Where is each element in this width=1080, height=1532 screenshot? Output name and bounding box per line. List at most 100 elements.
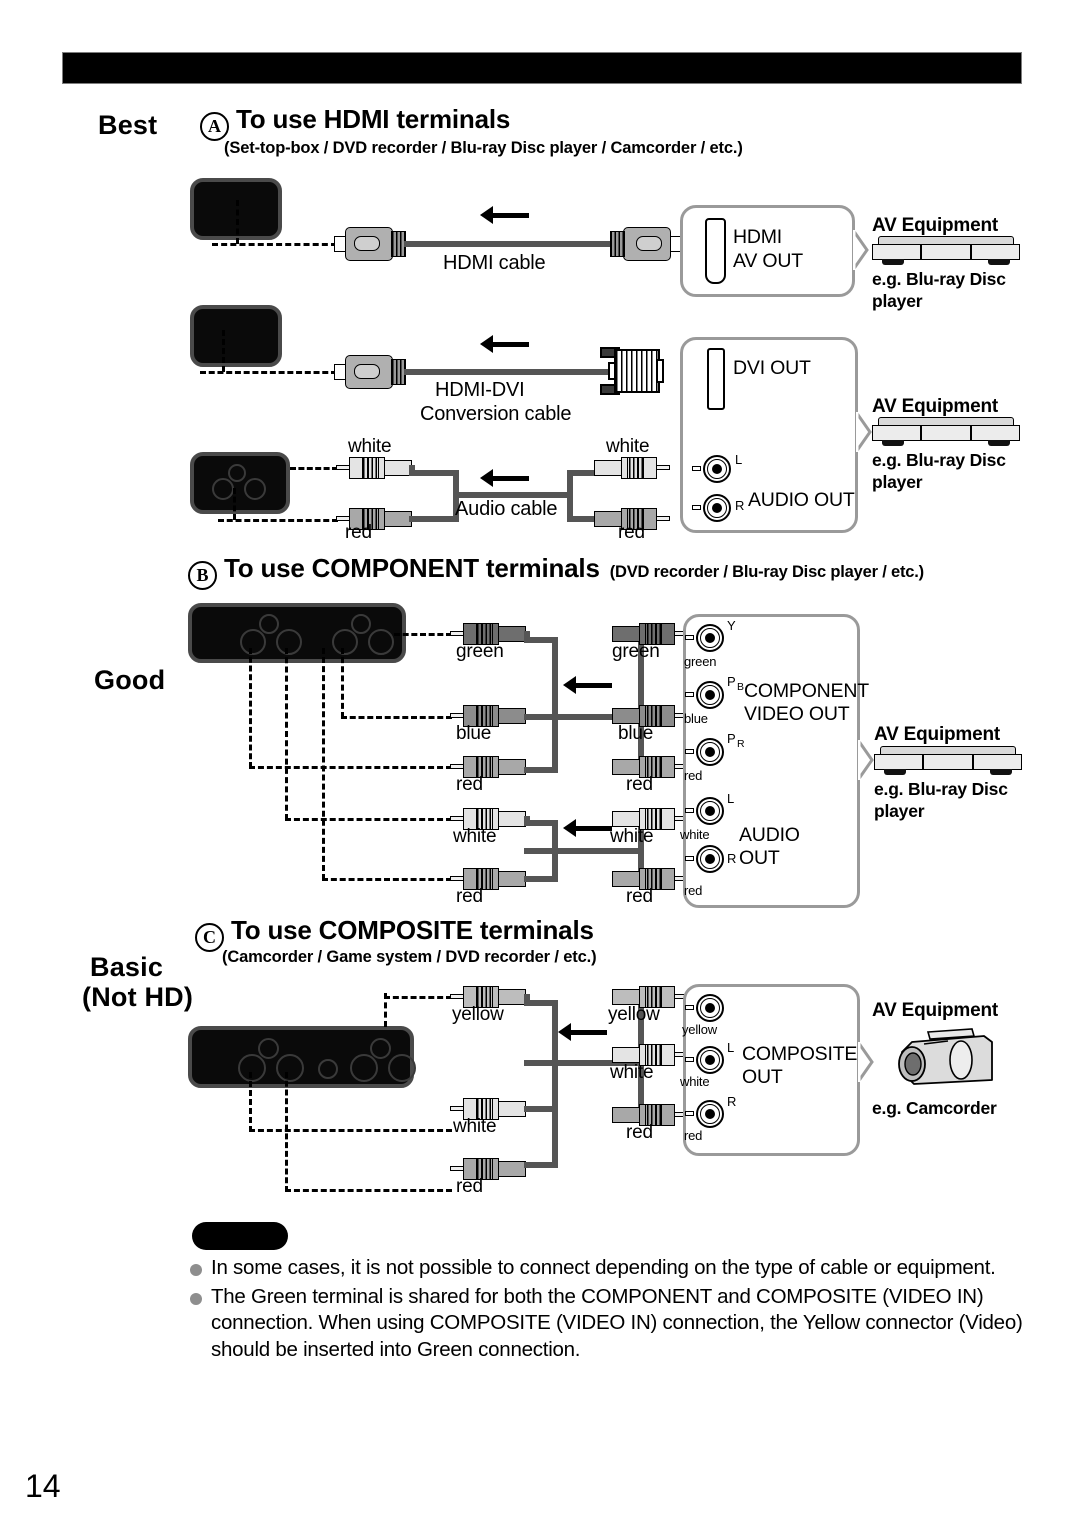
leader-b-h-red2: [322, 878, 452, 881]
leader-dash-a2-h: [200, 371, 337, 374]
grade-label-basic-1: Basic: [90, 952, 164, 982]
component-plug-left-audio-white-label: white: [453, 826, 497, 847]
hdmi-plug-right: [608, 227, 682, 261]
component-audio-out-label-1: AUDIO: [739, 824, 800, 846]
av-equipment-deck-1: [872, 236, 1020, 267]
section-b-subtitle: (DVD recorder / Blu-ray Disc player / et…: [609, 563, 924, 581]
tv-rear-panel-hdmi-2: [190, 305, 282, 367]
av-equipment-deck-3: [874, 746, 1022, 777]
composite-plug-right-red-label: red: [626, 1122, 653, 1143]
rca-jack-audio-r-b: [696, 845, 724, 873]
component-plug-right-blue-label: blue: [618, 723, 654, 744]
hdmi-av-out-label-2: AV OUT: [733, 250, 803, 272]
leader-b-v4: [341, 648, 344, 718]
note-badge: [192, 1222, 288, 1250]
rca-jack-audio-l-b: [696, 797, 724, 825]
dvi-out-label: DVI OUT: [733, 357, 811, 379]
section-b-heading: B To use COMPONENT terminals (DVD recorder…: [188, 553, 924, 590]
audio-plug-right-red-label: red: [618, 522, 645, 543]
hdmi-cable-wire: [404, 241, 616, 247]
leader-b-v2: [285, 648, 288, 820]
rca-jack-r-mark: R: [727, 851, 737, 866]
composite-out-label-1: COMPOSITE: [742, 1043, 858, 1065]
av-eg-2-line1: e.g. Blu-ray Disc: [872, 450, 1006, 470]
av-eg-3-line2: player: [874, 800, 925, 821]
leader-b-h-white: [285, 818, 452, 821]
av-equipment-eg-4: e.g. Camcorder: [872, 1098, 997, 1120]
leader-dash-a3-v: [233, 488, 236, 520]
section-a-title: To use HDMI terminals: [236, 104, 511, 134]
component-plug-left-green-label: green: [456, 641, 504, 662]
rca-jack-audio-r: [703, 494, 731, 522]
audio-plug-left-white-label: white: [348, 436, 392, 457]
av-equipment-title-3: AV Equipment: [874, 724, 1001, 745]
grade-label-best: Best: [98, 110, 158, 140]
audio-plug-left-red-label: red: [345, 522, 372, 543]
leader-b-h-red: [249, 766, 452, 769]
rca-jack-composite-r-mark: R: [727, 1094, 737, 1109]
composite-plug-left-red-label: red: [456, 1176, 483, 1197]
audio-out-ch-l: L: [735, 452, 743, 467]
rca-jack-pr-sub: R: [737, 738, 745, 750]
tv-rear-panel-component: [188, 603, 406, 663]
leader-c-h-white: [249, 1129, 452, 1132]
rca-jack-composite-l-color: white: [680, 1074, 710, 1089]
section-marker-b: B: [188, 561, 217, 590]
manual-page: Best Good Basic (Not HD) A To use HDMI te…: [0, 0, 1080, 1532]
hdmi-dvi-cable-wire: [404, 369, 612, 375]
section-a-subtitle: (Set-top-box / DVD recorder / Blu-ray Di…: [224, 139, 743, 157]
leader-c-h-yellow: [384, 996, 452, 999]
audio-out-ch-r: R: [735, 498, 745, 513]
rca-jack-composite-r: [696, 1100, 724, 1128]
component-plug-left-red-label: red: [456, 774, 483, 795]
leader-c-v1: [249, 1072, 252, 1132]
section-b-title: To use COMPONENT terminals: [224, 553, 600, 583]
section-c-subtitle: (Camcorder / Game system / DVD recorder …: [222, 948, 597, 966]
tv-rear-panel-audio: [190, 452, 290, 514]
av-equipment-eg-1: e.g. Blu-ray Disc player: [872, 269, 1006, 313]
audio-plug-right-white-label: white: [606, 436, 650, 457]
rca-jack-pr-mark: P: [727, 731, 736, 746]
hdmi-dvi-cable-label-1: HDMI-DVI: [435, 379, 525, 401]
note-item-2: The Green terminal is shared for both th…: [186, 1284, 1026, 1364]
audio-plug-left-white: [336, 457, 416, 479]
section-c-heading: C To use COMPOSITE terminals: [195, 915, 594, 952]
hdmi-dvi-cable-label-2: Conversion cable: [420, 403, 572, 425]
page-number: 14: [25, 1468, 61, 1504]
leader-dash-a1-v: [236, 200, 239, 244]
component-plug-left-audio-red-label: red: [456, 886, 483, 907]
rca-jack-pr-color: red: [684, 768, 703, 783]
component-plug-right-audio-white-label: white: [610, 826, 654, 847]
hdmi-cable-label: HDMI cable: [443, 252, 546, 274]
tv-rear-panel-composite: [188, 1026, 416, 1088]
leader-dash-a3-h1: [290, 467, 338, 470]
rca-jack-r-color: red: [684, 883, 703, 898]
audio-cable-label: Audio cable: [455, 498, 558, 520]
av-eg-1-line1: e.g. Blu-ray Disc: [872, 269, 1006, 289]
component-video-out-label-2: VIDEO OUT: [744, 703, 850, 725]
rca-jack-composite-video: [696, 994, 724, 1022]
av-equipment-deck-2: [872, 417, 1020, 448]
grade-label-good: Good: [94, 665, 166, 695]
av-equipment-title-4: AV Equipment: [872, 1000, 999, 1021]
section-marker-a: A: [200, 112, 229, 141]
rca-jack-pb: [696, 681, 724, 709]
dvi-port-icon: [707, 348, 725, 410]
component-plug-right-audio-red-label: red: [626, 886, 653, 907]
rca-jack-l-color: white: [680, 827, 710, 842]
hdmi-port-icon: [705, 218, 726, 284]
leader-dash-a1-h: [212, 243, 337, 246]
camcorder-icon: [898, 1028, 993, 1085]
leader-dash-a2-v: [222, 330, 225, 372]
component-plug-right-red-label: red: [626, 774, 653, 795]
hdmi-dvi-plug-left: [334, 355, 408, 389]
av-eg-1-line2: player: [872, 290, 923, 311]
rca-jack-composite-r-color: red: [684, 1128, 703, 1143]
rca-jack-y: [696, 624, 724, 652]
composite-plug-left-yellow-label: yellow: [452, 1004, 504, 1025]
section-c-title: To use COMPOSITE terminals: [231, 915, 594, 945]
notes-list: In some cases, it is not possible to con…: [186, 1255, 1026, 1366]
composite-out-label-2: OUT: [742, 1066, 783, 1088]
rca-jack-composite-video-color: yellow: [682, 1022, 717, 1037]
rca-jack-pb-mark: P: [727, 674, 736, 689]
